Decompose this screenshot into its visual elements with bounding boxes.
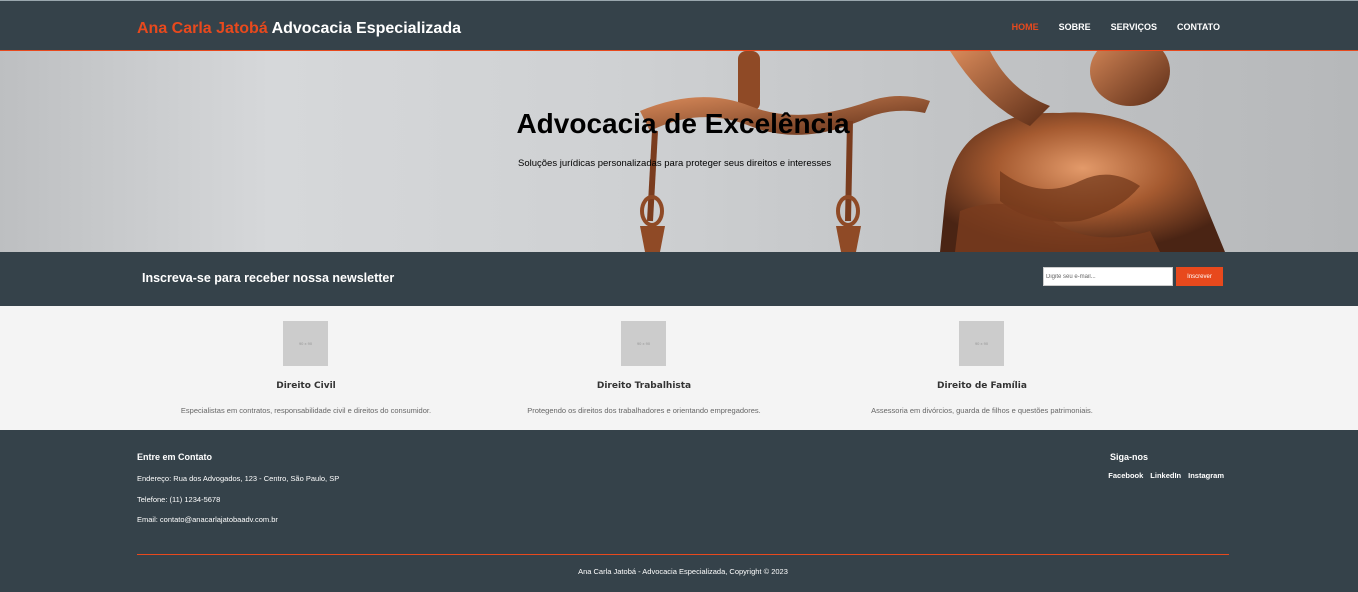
main-nav: HOME SOBRE SERVIÇOS CONTATO [1012, 22, 1220, 32]
contact-phone: Telefone: (11) 1234-5678 [137, 495, 221, 504]
email-input[interactable] [1043, 267, 1173, 286]
service-description: Protegendo os direitos dos trabalhadores… [527, 406, 761, 415]
social-links: Facebook LinkedIn Instagram [1108, 471, 1224, 480]
nav-contato[interactable]: CONTATO [1177, 22, 1220, 32]
nav-servicos[interactable]: SERVIÇOS [1111, 22, 1157, 32]
hero-title: Advocacia de Excelência [516, 108, 850, 139]
hero-subtitle: Soluções jurídicas personalizadas para p… [518, 158, 832, 169]
service-title: Direito de Família [937, 381, 1027, 391]
service-thumbnail: 90 x 90 [621, 321, 666, 366]
brand-name-rest: Advocacia Especializada [267, 20, 461, 37]
nav-home[interactable]: HOME [1012, 22, 1039, 32]
copyright-text: Ana Carla Jatobá - Advocacia Especializa… [578, 567, 788, 576]
hero-banner: Advocacia de Excelência Soluções jurídic… [0, 51, 1358, 252]
contact-address: Endereço: Rua dos Advogados, 123 - Centr… [137, 474, 340, 483]
service-thumbnail: 90 x 90 [283, 321, 328, 366]
contact-email: Email: contato@anacarlajatobaadv.com.br [137, 515, 278, 524]
brand-name-highlight: Ana Carla Jatobá [137, 20, 268, 37]
site-logo[interactable]: Ana Carla Jatobá Advocacia Especializada [137, 20, 461, 38]
footer-divider [137, 554, 1229, 555]
scales-of-justice-image [640, 51, 1225, 252]
service-title: Direito Civil [276, 381, 336, 391]
site-header: Ana Carla Jatobá Advocacia Especializada… [0, 0, 1358, 51]
site-footer: Entre em Contato Endereço: Rua dos Advog… [0, 430, 1358, 592]
subscribe-button[interactable]: Inscrever [1176, 267, 1223, 286]
newsletter-heading: Inscreva-se para receber nossa newslette… [142, 271, 395, 285]
contact-title: Entre em Contato [137, 452, 213, 462]
service-description: Especialistas em contratos, responsabili… [180, 406, 432, 415]
services-section: 90 x 90 Direito Civil Especialistas em c… [0, 306, 1358, 430]
service-title: Direito Trabalhista [596, 381, 692, 391]
social-link-facebook[interactable]: Facebook [1108, 471, 1143, 480]
follow-title: Siga-nos [1110, 452, 1149, 462]
service-description: Assessoria em divórcios, guarda de filho… [871, 406, 1093, 415]
service-thumbnail: 90 x 90 [959, 321, 1004, 366]
social-link-instagram[interactable]: Instagram [1188, 471, 1224, 480]
nav-sobre[interactable]: SOBRE [1059, 22, 1091, 32]
social-link-linkedin[interactable]: LinkedIn [1150, 471, 1181, 480]
